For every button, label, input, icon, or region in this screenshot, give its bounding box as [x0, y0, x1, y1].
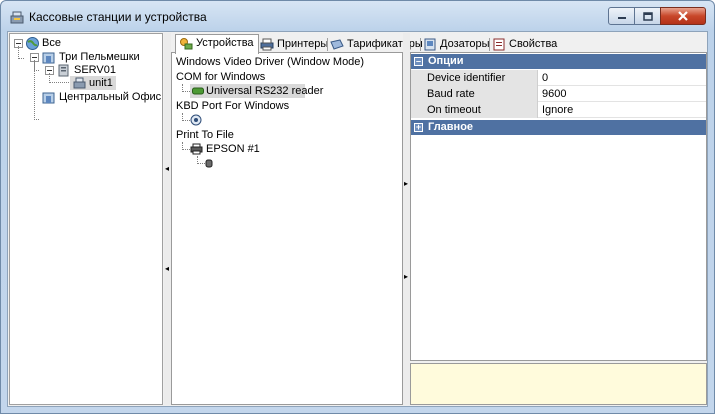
right-splitter[interactable]: ▸ ▸ [403, 33, 410, 405]
restaurant-icon [41, 50, 56, 65]
tab-tariff[interactable]: Тарификаторы [327, 36, 427, 53]
title-bar[interactable]: Кассовые станции и устройства [1, 1, 714, 31]
category-label: Главное [428, 121, 474, 133]
location-tree[interactable]: Все Три Пельмешки SERV01 unit1 Центральн… [9, 33, 163, 405]
tab-label: Дозаторы [440, 38, 490, 50]
cash-register-icon [9, 9, 25, 25]
tree-connector [182, 142, 190, 150]
tree-connector [18, 46, 24, 59]
device-group[interactable]: COM for Windows [176, 71, 265, 83]
close-button[interactable] [660, 7, 706, 25]
tab-label: Устройства [196, 37, 254, 49]
tree-node-label: Все [42, 37, 61, 49]
tab-devices[interactable]: Устройства [175, 34, 259, 54]
property-value[interactable]: Ignore [542, 104, 573, 116]
tab-label: Свойства [509, 38, 558, 50]
expand-right-arrow-icon[interactable]: ▸ [404, 272, 408, 281]
tree-node-label: SERV01 [74, 64, 116, 76]
device-group-label: KBD Port For Windows [176, 100, 290, 112]
property-grid[interactable]: – Опции Device identifier 0 Baud rate 96… [410, 52, 707, 361]
tab-printers[interactable]: Принтеры [257, 36, 332, 53]
devices-tree[interactable]: Windows Video Driver (Window Mode) COM f… [171, 52, 403, 405]
device-group[interactable]: Windows Video Driver (Window Mode) [176, 56, 364, 68]
window-title: Кассовые станции и устройства [29, 10, 207, 24]
minimize-button[interactable] [608, 7, 635, 25]
devices-icon [179, 37, 193, 50]
minimize-icon [609, 8, 634, 24]
tree-connector [182, 113, 190, 121]
device-group[interactable]: Print To File [176, 129, 234, 141]
property-row[interactable]: Device identifier 0 [411, 70, 706, 86]
property-row[interactable]: On timeout Ignore [411, 102, 706, 118]
globe-icon [25, 36, 40, 51]
cash-unit-icon [72, 76, 87, 90]
collapse-left-arrow-icon[interactable]: ◂ [165, 264, 169, 273]
maximize-icon [635, 8, 660, 24]
tree-connector [49, 73, 69, 83]
property-description-panel [410, 363, 707, 405]
tree-connector [182, 84, 190, 92]
properties-icon [492, 38, 506, 51]
category-label: Опции [428, 55, 464, 67]
tab-label: Принтеры [277, 38, 329, 50]
property-name: On timeout [411, 102, 538, 118]
maximize-button[interactable] [634, 7, 661, 25]
tab-properties[interactable]: Свойства [489, 36, 561, 53]
device-item-label: EPSON #1 [206, 143, 260, 155]
property-row[interactable]: Baud rate 9600 [411, 86, 706, 102]
tab-strip: Устройства Принтеры Тарификаторы Дозатор… [171, 34, 707, 54]
tree-connector [34, 60, 39, 120]
device-group-label: COM for Windows [176, 71, 266, 83]
collapse-icon[interactable]: – [414, 57, 423, 66]
tree-connector [197, 156, 205, 164]
device-group-label: Print To File [176, 129, 234, 141]
tree-node-label: Центральный Офис [59, 91, 162, 103]
close-icon [661, 8, 705, 24]
client-area: Все Три Пельмешки SERV01 unit1 Центральн… [7, 31, 708, 407]
keyboard-device-icon [190, 114, 202, 126]
collapse-left-arrow-icon[interactable]: ◂ [165, 164, 169, 173]
device-item-keyboard[interactable] [190, 114, 202, 126]
tab-dispensers[interactable]: Дозаторы [420, 36, 494, 53]
reader-icon [192, 87, 204, 95]
device-group[interactable]: KBD Port For Windows [176, 100, 289, 112]
tree-node-label: unit1 [89, 77, 113, 89]
tree-node-label: Три Пельмешки [59, 51, 140, 63]
expand-icon[interactable]: + [414, 123, 423, 132]
property-name: Device identifier [411, 70, 538, 86]
category-options[interactable]: – Опции [411, 54, 706, 69]
property-value[interactable]: 0 [542, 72, 548, 84]
device-item-connection[interactable] [205, 159, 213, 168]
office-icon [41, 90, 56, 105]
dispenser-icon [423, 38, 437, 51]
window-controls [608, 7, 706, 25]
device-item-label: Universal RS232 reader [206, 85, 324, 97]
printer-icon [190, 143, 203, 155]
property-value[interactable]: 9600 [542, 88, 566, 100]
category-main[interactable]: + Главное [411, 120, 706, 135]
connection-icon [205, 159, 213, 168]
left-splitter[interactable]: ◂ ◂ [164, 33, 171, 405]
device-group-label: Windows Video Driver (Window Mode) [176, 56, 365, 68]
property-name: Baud rate [411, 86, 538, 102]
expand-right-arrow-icon[interactable]: ▸ [404, 179, 408, 188]
tab-label: Тарификаторы [347, 38, 423, 50]
tariff-icon [330, 38, 344, 51]
printer-icon [260, 38, 274, 51]
main-window: Кассовые станции и устройства Все Три Пе… [0, 0, 715, 414]
